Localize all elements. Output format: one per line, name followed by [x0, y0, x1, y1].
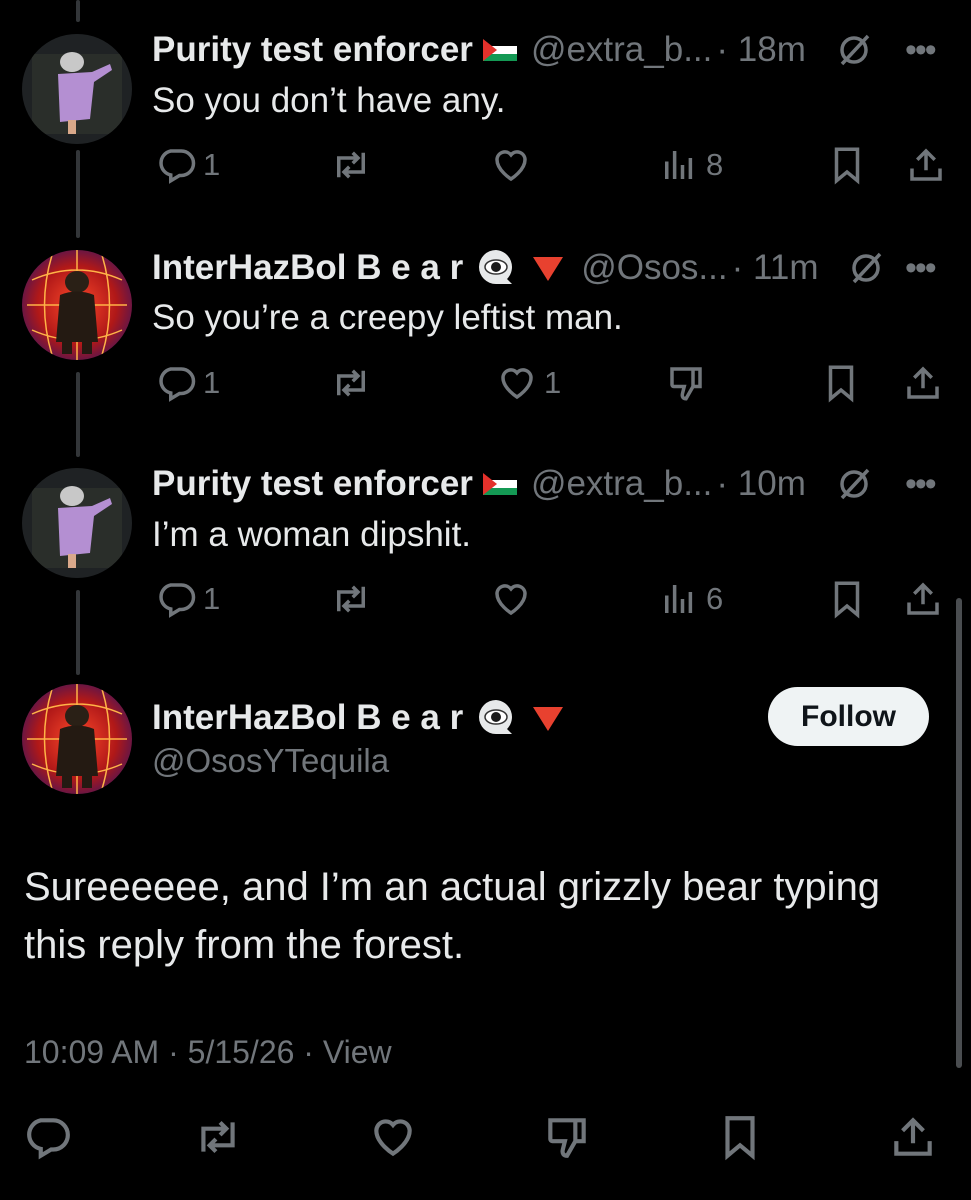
post-time[interactable]: · 18m [716, 30, 805, 70]
heart-icon [374, 1119, 412, 1157]
follow-button[interactable]: Follow [768, 687, 929, 746]
heart-icon [495, 150, 527, 182]
reply-count: 1 [203, 147, 221, 182]
post-time[interactable]: · 10m [716, 464, 805, 504]
retweet-button[interactable] [330, 144, 372, 186]
display-name[interactable]: InterHazBol B e a r [152, 248, 463, 288]
retweet-button[interactable] [330, 578, 372, 620]
red-triangle-icon [533, 707, 564, 731]
display-name[interactable]: InterHazBol B e a r [152, 698, 463, 738]
bookmark-button[interactable] [826, 144, 868, 186]
avatar-purity[interactable] [22, 468, 132, 578]
share-icon [907, 366, 939, 399]
thumbs-down-icon [548, 1118, 586, 1158]
reply-text: So you don’t have any. [152, 81, 506, 120]
bookmark-icon [834, 147, 860, 185]
grok-icon[interactable] [836, 466, 872, 502]
retweet-icon [337, 151, 365, 179]
post-header: InterHazBol B e a r [152, 697, 565, 739]
retweet-button[interactable] [330, 362, 372, 404]
reply-text: I’m a woman dipshit. [152, 515, 472, 554]
bookmark-icon [834, 581, 860, 619]
comment-icon [159, 583, 196, 618]
analytics-icon [665, 585, 693, 613]
reply-button[interactable]: 1 [155, 578, 220, 620]
bookmark-icon [725, 1116, 755, 1161]
reply-button[interactable] [22, 1112, 72, 1162]
eye-in-speech-bubble-icon [479, 700, 513, 734]
bookmark-button[interactable] [820, 362, 862, 404]
avatar-bear[interactable] [22, 250, 132, 360]
comment-icon [159, 367, 196, 402]
thumbs-down-icon [670, 367, 702, 401]
downvote-button[interactable] [542, 1112, 592, 1162]
comment-icon [159, 149, 196, 184]
red-triangle-icon [533, 257, 564, 281]
heart-icon [495, 584, 527, 616]
views-button[interactable]: 8 [658, 144, 723, 186]
share-button[interactable] [888, 1112, 938, 1162]
more-options-icon[interactable]: ••• [905, 251, 937, 285]
retweet-icon [337, 369, 365, 397]
reply-button[interactable]: 1 [155, 362, 220, 404]
bookmark-icon [828, 365, 854, 403]
share-button[interactable] [905, 144, 947, 186]
share-button[interactable] [902, 362, 944, 404]
handle[interactable]: @extra_b... [531, 464, 712, 504]
reply-button[interactable]: 1 [155, 144, 220, 186]
grok-icon[interactable] [848, 250, 884, 286]
retweet-icon [337, 585, 365, 613]
like-button[interactable] [490, 144, 538, 186]
reply-text: So you’re a creepy leftist man. [152, 298, 623, 337]
eye-in-speech-bubble-icon [479, 250, 513, 284]
thread-line [76, 0, 80, 22]
scrollbar[interactable] [956, 598, 962, 1068]
like-button[interactable]: 1 [496, 362, 561, 404]
avatar-bear[interactable] [22, 684, 132, 794]
analytics-icon [665, 151, 693, 179]
thread-line [76, 372, 80, 457]
grok-icon[interactable] [836, 32, 872, 68]
bookmark-button[interactable] [826, 578, 868, 620]
display-name[interactable]: Purity test enforcer [152, 464, 473, 504]
share-icon [894, 1117, 932, 1156]
display-name[interactable]: Purity test enforcer [152, 30, 473, 70]
handle[interactable]: @extra_b... [531, 30, 712, 70]
more-options-icon[interactable]: ••• [905, 33, 937, 67]
reply-header: Purity test enforcer @extra_b... · 18m [152, 30, 872, 70]
comment-icon [27, 1118, 70, 1160]
reply-header: InterHazBol B e a r @Osos... · 11m [152, 247, 884, 289]
views-button[interactable]: 6 [658, 578, 723, 620]
handle[interactable]: @OsosYTequila [152, 742, 389, 780]
reply-count: 1 [203, 581, 221, 616]
more-options-icon[interactable]: ••• [905, 467, 937, 501]
post-text: Sureeeeee, and I’m an actual grizzly bea… [24, 865, 881, 967]
post-timestamp[interactable]: 10:09 AM · 5/15/26 · View [24, 1034, 392, 1071]
downvote-button[interactable] [665, 362, 707, 404]
like-button[interactable] [368, 1112, 418, 1162]
like-count: 1 [544, 365, 562, 400]
bookmark-button[interactable] [715, 1112, 765, 1162]
reply-header: Purity test enforcer @extra_b... · 10m [152, 464, 872, 504]
retweet-icon [201, 1120, 235, 1154]
view-count: 6 [706, 581, 724, 616]
palestine-flag-icon [482, 473, 517, 495]
share-icon [910, 148, 942, 181]
thread-line [76, 150, 80, 238]
reply-count: 1 [203, 365, 221, 400]
handle[interactable]: @Osos... [581, 248, 727, 288]
view-count: 8 [706, 147, 724, 182]
palestine-flag-icon [482, 39, 517, 61]
share-button[interactable] [902, 578, 944, 620]
like-button[interactable] [490, 578, 538, 620]
heart-icon [501, 368, 533, 400]
avatar-purity[interactable] [22, 34, 132, 144]
share-icon [907, 582, 939, 615]
retweet-button[interactable] [193, 1112, 243, 1162]
post-time[interactable]: · 11m [732, 248, 819, 288]
thread-line [76, 590, 80, 675]
